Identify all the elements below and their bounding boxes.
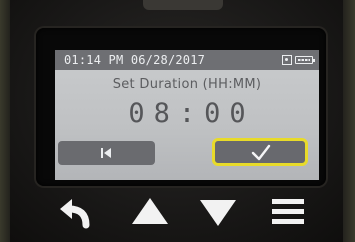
check-icon [251, 144, 271, 161]
hardware-menu-button[interactable] [266, 192, 310, 230]
duration-value[interactable]: 08:00 [55, 98, 319, 129]
menu-icon [272, 199, 304, 224]
confirm-button[interactable] [212, 138, 308, 166]
return-arrow-icon [60, 199, 90, 229]
skip-to-start-button[interactable] [58, 141, 155, 165]
lcd-screen: 01:14 PM 06/28/2017 Set Duration (HH:MM)… [55, 50, 319, 180]
skip-to-start-icon [101, 148, 111, 158]
triangle-up-icon [132, 198, 168, 224]
triangle-down-icon [200, 200, 236, 226]
device: 01:14 PM 06/28/2017 Set Duration (HH:MM)… [0, 0, 355, 242]
hardware-down-button[interactable] [196, 192, 240, 230]
status-bar: 01:14 PM 06/28/2017 [55, 50, 319, 70]
settings-icon [282, 55, 292, 65]
hardware-back-button[interactable] [56, 192, 100, 230]
screen-title: Set Duration (HH:MM) [112, 77, 262, 92]
hardware-up-button[interactable] [128, 192, 172, 230]
status-datetime: 01:14 PM 06/28/2017 [64, 53, 206, 67]
device-top-notch [143, 0, 223, 10]
battery-icon [295, 56, 315, 64]
hardware-button-row [0, 186, 355, 242]
